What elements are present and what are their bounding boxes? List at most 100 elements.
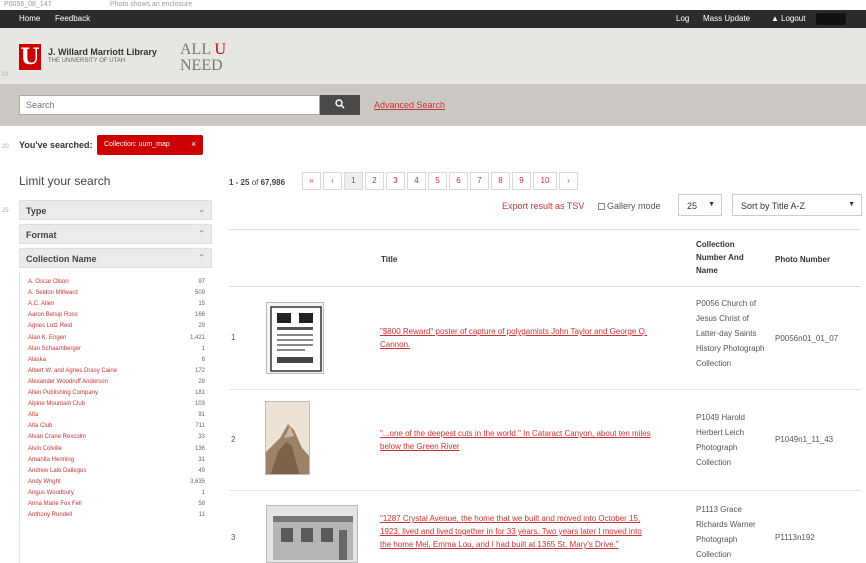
- pager-prev[interactable]: ‹: [323, 172, 342, 190]
- facet-item[interactable]: Angus Woodbury 1: [20, 489, 212, 500]
- thumbnail-house-photo[interactable]: [266, 505, 358, 563]
- close-icon[interactable]: ×: [191, 139, 196, 149]
- facet-item-count: 6: [201, 356, 205, 363]
- pager-page[interactable]: 2: [365, 172, 384, 190]
- facet-item[interactable]: Alan Schaamberger 1: [20, 345, 212, 356]
- result-title-link[interactable]: "1287 Crystal Avenue, the home that we b…: [380, 512, 655, 551]
- facet-item-name[interactable]: Aaron Betsip Ross: [28, 312, 78, 318]
- pager-page[interactable]: 4: [407, 172, 426, 190]
- header-collection[interactable]: Collection Number And Name: [696, 238, 762, 277]
- facet-item-name[interactable]: Andrew Lalo Dallegus: [28, 468, 86, 474]
- facet-item[interactable]: A. Oscar Olson 97: [20, 278, 212, 289]
- facet-item-name[interactable]: A.C. Allen: [28, 301, 54, 307]
- facet-item[interactable]: Alan K. Engen 1,421: [20, 334, 212, 345]
- result-collection: P0056 Church of Jesus Christ of Latter-d…: [696, 299, 765, 368]
- facet-format[interactable]: Format ⌃: [19, 224, 212, 244]
- thumbnail-canyon-photo[interactable]: [265, 401, 310, 475]
- result-title-link[interactable]: "$800 Reward" poster of capture of polyg…: [380, 325, 655, 351]
- pager-first[interactable]: «: [302, 172, 321, 190]
- facet-item-name[interactable]: Amanita Henning: [28, 457, 74, 463]
- university-logo[interactable]: U: [19, 44, 41, 70]
- nav-mass-update[interactable]: Mass Update: [703, 14, 750, 23]
- facet-item[interactable]: Alta 91: [20, 411, 212, 422]
- facet-item-name[interactable]: A. Oscar Olson: [28, 279, 69, 285]
- pager-page[interactable]: 7: [470, 172, 489, 190]
- facet-item-name[interactable]: Anna Marie Fox Fell: [28, 501, 82, 507]
- pager-page[interactable]: 8: [491, 172, 510, 190]
- facet-item-count: 711: [195, 423, 205, 430]
- thumbnail-poster[interactable]: [266, 302, 324, 374]
- facet-item[interactable]: Andrew Lalo Dallegus 49: [20, 467, 212, 478]
- search-input[interactable]: [19, 95, 320, 115]
- facet-item-name[interactable]: Alvin Colville: [28, 446, 62, 452]
- chip-text: Collection: uum_map: [104, 141, 170, 148]
- facet-item[interactable]: Anna Marie Fox Fell 58: [20, 500, 212, 511]
- facet-item-count: 28: [198, 378, 205, 385]
- facet-item[interactable]: Amanita Henning 31: [20, 456, 212, 467]
- row-number: 2: [231, 435, 236, 444]
- facet-item-name[interactable]: Albert W. and Agnes Drasy Caine: [28, 368, 117, 374]
- facet-item[interactable]: Alaska 6: [20, 356, 212, 367]
- header-title[interactable]: Title: [381, 253, 397, 266]
- facet-item[interactable]: Alpine Mountain Club 103: [20, 400, 212, 411]
- facet-item[interactable]: Allen Publishing Company 181: [20, 389, 212, 400]
- facet-item[interactable]: Alexander Woodruff Anderson 28: [20, 378, 212, 389]
- collection-filter-chip[interactable]: Collection: uum_map ×: [97, 135, 203, 155]
- export-tsv-link[interactable]: Export result as TSV: [502, 201, 584, 211]
- pager-page[interactable]: 1: [344, 172, 363, 190]
- facet-item-name[interactable]: Alan Schaamberger: [28, 346, 81, 352]
- library-subtitle: THE UNIVERSITY OF UTAH: [48, 58, 126, 64]
- facet-item[interactable]: Alvin Colville 136: [20, 445, 212, 456]
- pager-page[interactable]: 9: [512, 172, 531, 190]
- facet-item[interactable]: Alta Club 711: [20, 422, 212, 433]
- facet-item-name[interactable]: Alta: [28, 412, 38, 418]
- facet-collection-name[interactable]: Collection Name ⌃: [19, 248, 212, 268]
- search-button[interactable]: [320, 95, 360, 115]
- nav-log[interactable]: Log: [676, 14, 689, 23]
- gallery-checkbox[interactable]: [598, 203, 605, 210]
- top-note-caption: Photo shows an enclosure: [110, 1, 193, 8]
- facet-item-name[interactable]: Alan K. Engen: [28, 335, 66, 341]
- facet-item[interactable]: Anthony Rundell 11: [20, 511, 212, 522]
- sort-select[interactable]: Sort by Title A-Z ▼: [732, 194, 862, 216]
- nav-logout[interactable]: Logout: [781, 14, 805, 23]
- facet-item-count: 49: [198, 467, 205, 474]
- facet-item-name[interactable]: Alvan Crane Rexcolm: [28, 434, 86, 440]
- per-page-select[interactable]: 25 ▼: [678, 194, 722, 216]
- facet-item-name[interactable]: Alaska: [28, 357, 46, 363]
- gallery-mode-toggle[interactable]: Gallery mode: [598, 201, 661, 211]
- library-name[interactable]: J. Willard Marriott Library: [48, 47, 157, 57]
- facet-item-name[interactable]: Agnes Lutz Reid: [28, 323, 72, 329]
- nav-feedback[interactable]: Feedback: [55, 14, 90, 23]
- facet-item[interactable]: Alvan Crane Rexcolm 33: [20, 433, 212, 444]
- header-photo-number[interactable]: Photo Number: [775, 253, 830, 266]
- advanced-search-link[interactable]: Advanced Search: [374, 100, 445, 110]
- facet-label: Type: [26, 206, 47, 216]
- facet-item-count: 3,635: [189, 478, 205, 485]
- facet-item-name[interactable]: Anthony Rundell: [28, 512, 72, 518]
- pager-page[interactable]: 10: [533, 172, 557, 190]
- facet-item[interactable]: Andy Wright 3,635: [20, 478, 212, 489]
- facet-item[interactable]: A.C. Allen 15: [20, 300, 212, 311]
- facet-item[interactable]: Albert W. and Agnes Drasy Caine 172: [20, 367, 212, 378]
- facet-item-name[interactable]: Andy Wright: [28, 479, 61, 485]
- result-title-link[interactable]: "...one of the deepest cuts in the world…: [380, 427, 655, 453]
- facet-item-name[interactable]: Alpine Mountain Club: [28, 401, 85, 407]
- facet-item-count: 1,421: [189, 334, 205, 341]
- pager-page[interactable]: 5: [428, 172, 447, 190]
- facet-item-name[interactable]: Alexander Woodruff Anderson: [28, 379, 108, 385]
- facet-item[interactable]: Agnes Lutz Reid 29: [20, 322, 212, 333]
- pager-next[interactable]: ›: [559, 172, 578, 190]
- facet-item-count: 11: [198, 512, 205, 519]
- facet-item-name[interactable]: Alta Club: [28, 423, 52, 429]
- pager-page[interactable]: 3: [386, 172, 405, 190]
- facet-item-name[interactable]: Allen Publishing Company: [28, 390, 98, 396]
- facet-item[interactable]: A. Seldon Millward 509: [20, 289, 212, 300]
- facet-item-name[interactable]: A. Seldon Millward: [28, 290, 78, 296]
- facet-item-name[interactable]: Angus Woodbury: [28, 490, 74, 496]
- result-photo-number: P1049n1_11_43: [775, 435, 834, 444]
- facet-item[interactable]: Aaron Betsip Ross 166: [20, 311, 212, 322]
- nav-home[interactable]: Home: [19, 14, 40, 23]
- pager-page[interactable]: 6: [449, 172, 468, 190]
- facet-type[interactable]: Type ⌄: [19, 200, 212, 220]
